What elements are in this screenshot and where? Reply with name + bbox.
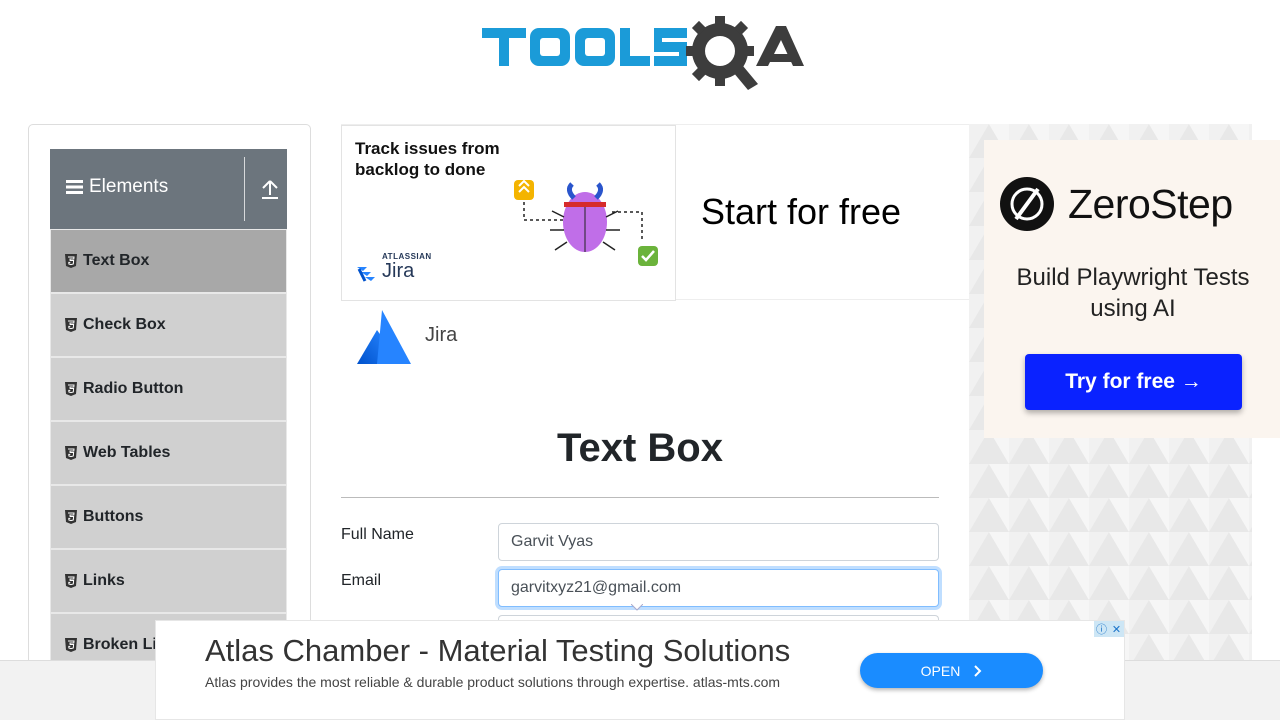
zerostep-logo-icon [1000, 177, 1054, 231]
jira-brand-label: Jira [382, 260, 415, 282]
sidebar-item-label: Web Tables [83, 444, 171, 461]
sidebar-item-radio-button[interactable]: Radio Button [50, 357, 287, 421]
jira-ad-image[interactable]: Track issues from backlog to done ATLASS… [341, 125, 676, 301]
info-icon[interactable]: ⓘ [1094, 621, 1109, 637]
ad-headline[interactable]: Start for free [701, 191, 901, 233]
sidebar-item-check-box[interactable]: Check Box [50, 293, 287, 357]
sidebar-item-web-tables[interactable]: Web Tables [50, 421, 287, 485]
sidebar-item-label: Links [83, 572, 125, 589]
header-divider [244, 157, 245, 221]
sidebar-panel: Elements Text Box Check Box Radio Button… [28, 124, 311, 684]
full-name-input[interactable]: Garvit Vyas [498, 523, 939, 561]
title-divider [341, 497, 939, 498]
chevron-right-icon [974, 664, 982, 677]
toolsqa-logo-graphic [482, 16, 804, 90]
group-title: Elements [66, 176, 168, 198]
hamburger-icon [66, 180, 83, 194]
close-ad-icon[interactable]: ✕ [1109, 621, 1124, 637]
collapse-arrow-icon[interactable] [260, 178, 280, 200]
sidebar-item-label: Radio Button [83, 380, 184, 397]
jira-logo-icon [357, 310, 411, 364]
group-title-label: Elements [89, 176, 169, 197]
toolsqa-logo[interactable] [480, 14, 805, 94]
jira-banner-ad[interactable]: Track issues from backlog to done ATLASS… [341, 124, 969, 301]
open-button[interactable]: OPEN [860, 653, 1043, 688]
bottom-ad-description: Atlas provides the most reliable & durab… [205, 674, 781, 690]
sidebar-item-buttons[interactable]: Buttons [50, 485, 287, 549]
autocomplete-caret-icon [631, 604, 643, 611]
sidebar-item-label: Buttons [83, 508, 144, 525]
html5-icon [65, 318, 77, 332]
advertiser-name: Jira [425, 324, 458, 346]
zerostep-subtitle: Build Playwright Tests using AI [1016, 264, 1250, 322]
sidebar-item-links[interactable]: Links [50, 549, 287, 613]
ad-image-text: Track issues from backlog to done [355, 139, 500, 179]
email-label: Email [341, 572, 382, 589]
zerostep-brand: ZeroStep [1068, 181, 1233, 227]
html5-icon [65, 446, 77, 460]
try-for-free-button[interactable]: Try for free → [1025, 354, 1242, 410]
html5-icon [65, 254, 77, 268]
sidebar-item-text-box[interactable]: Text Box [50, 229, 287, 293]
page-title: Text Box [557, 426, 723, 470]
advertiser-row[interactable]: Jira [341, 300, 941, 376]
email-input[interactable]: garvitxyz21@gmail.com [498, 569, 939, 607]
sidebar-item-label: Check Box [83, 316, 166, 333]
site-header [0, 0, 1280, 110]
html5-icon [65, 382, 77, 396]
bug-illustration-icon [514, 179, 658, 266]
bottom-ad-headline[interactable]: Atlas Chamber - Material Testing Solutio… [205, 633, 790, 669]
full-name-label: Full Name [341, 526, 414, 543]
bottom-banner-ad[interactable]: ⓘ ✕ Atlas Chamber - Material Testing Sol… [155, 620, 1125, 720]
sidebar-item-label: Text Box [83, 252, 150, 269]
adchoices[interactable]: ⓘ ✕ [1094, 621, 1125, 637]
open-button-label: OPEN [920, 662, 961, 679]
elements-group-header[interactable]: Elements [50, 149, 287, 229]
html5-icon [65, 510, 77, 524]
html5-icon [65, 638, 77, 652]
html5-icon [65, 574, 77, 588]
jira-small-icon [357, 267, 375, 282]
